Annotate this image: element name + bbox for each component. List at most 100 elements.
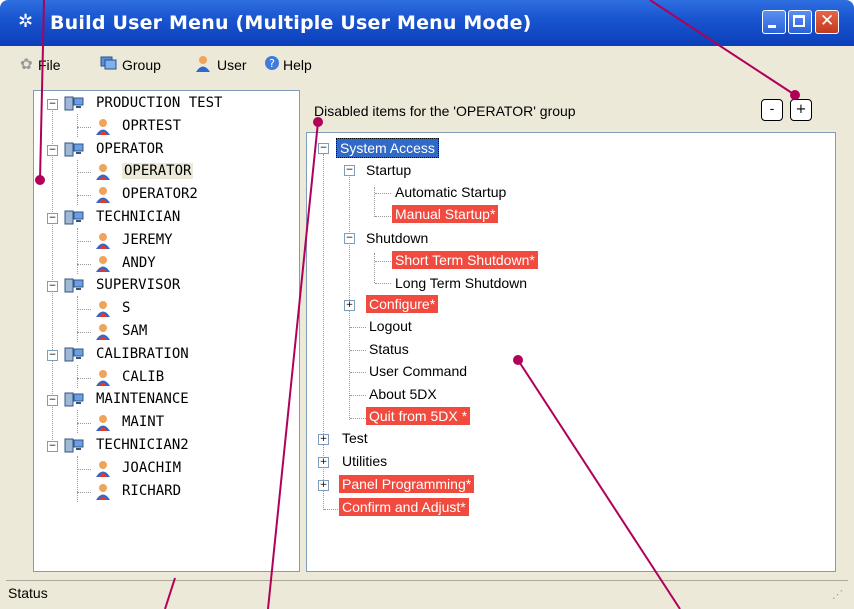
- tree-connector: [77, 296, 78, 342]
- collapse-group-icon[interactable]: −: [47, 281, 58, 293]
- tree-user-label[interactable]: OPRTEST: [122, 118, 181, 134]
- collapse-group-icon[interactable]: −: [47, 349, 58, 361]
- tree-connector: [52, 108, 53, 440]
- tree-connector: [350, 372, 366, 373]
- minimize-button[interactable]: [762, 10, 786, 34]
- tree-user-label[interactable]: CALIB: [122, 369, 164, 385]
- tree-connector: [77, 491, 91, 493]
- close-button[interactable]: [815, 10, 839, 34]
- tree-group-label[interactable]: OPERATOR: [96, 141, 163, 157]
- tree-connector: [375, 193, 391, 194]
- tree-connector: [350, 350, 366, 351]
- tree-group-label[interactable]: MAINTENANCE: [96, 391, 189, 407]
- menu-item-short-term-shutdown[interactable]: Short Term Shutdown*: [392, 251, 538, 269]
- group-computer-icon: [64, 278, 84, 294]
- tree-connector: [374, 187, 375, 217]
- maximize-button[interactable]: [788, 10, 812, 34]
- menu-item-long-term-shutdown[interactable]: Long Term Shutdown: [395, 275, 527, 291]
- tree-connector: [77, 126, 91, 128]
- group-tree-panel[interactable]: [33, 90, 300, 572]
- menu-item-quit[interactable]: Quit from 5DX *: [366, 407, 471, 425]
- menu-item-logout[interactable]: Logout: [369, 318, 412, 334]
- menu-item-system-access[interactable]: System Access: [336, 138, 439, 158]
- expand-utilities-icon[interactable]: +: [318, 457, 329, 468]
- tree-connector: [350, 327, 366, 328]
- tree-connector: [375, 283, 391, 284]
- tree-connector: [77, 456, 78, 502]
- tree-group-label[interactable]: TECHNICIAN2: [96, 437, 189, 453]
- menu-item-status[interactable]: Status: [369, 341, 409, 357]
- menu-item-user-command[interactable]: User Command: [369, 363, 467, 379]
- tree-connector: [375, 261, 391, 262]
- collapse-startup-icon[interactable]: −: [344, 165, 355, 176]
- tree-connector: [375, 216, 391, 217]
- user-icon: [94, 369, 112, 387]
- expand-all-button[interactable]: +: [790, 99, 812, 121]
- menu-item-configure[interactable]: Configure*: [366, 295, 439, 313]
- tree-group-label[interactable]: CALIBRATION: [96, 346, 189, 362]
- tree-user-label[interactable]: RICHARD: [122, 483, 181, 499]
- status-text: Status: [8, 585, 48, 601]
- selected-user-label[interactable]: OPERATOR: [122, 163, 194, 180]
- window-title: Build User Menu (Multiple User Menu Mode…: [50, 12, 532, 34]
- menu-item-automatic-startup[interactable]: Automatic Startup: [395, 184, 506, 200]
- user-menu-icon: [194, 55, 210, 72]
- user-icon: [94, 163, 112, 181]
- resize-grip-icon[interactable]: ⋰: [832, 588, 843, 601]
- group-computer-icon: [64, 210, 84, 226]
- tree-connector: [77, 263, 91, 265]
- menu-item-test[interactable]: Test: [342, 430, 368, 446]
- collapse-group-icon[interactable]: −: [47, 213, 58, 224]
- menu-item-utilities[interactable]: Utilities: [342, 453, 387, 469]
- collapse-group-icon[interactable]: −: [47, 99, 58, 110]
- menu-user[interactable]: User: [217, 57, 247, 73]
- collapse-shutdown-icon[interactable]: −: [344, 233, 355, 244]
- user-icon: [94, 186, 112, 204]
- user-icon: [94, 232, 112, 250]
- tree-user-label[interactable]: S: [122, 300, 130, 316]
- help-menu-icon: ?: [264, 55, 280, 71]
- user-icon: [94, 414, 112, 432]
- menu-item-confirm-adjust[interactable]: Confirm and Adjust*: [339, 498, 469, 516]
- tree-user-label[interactable]: JEREMY: [122, 232, 173, 248]
- menu-item-startup[interactable]: Startup: [366, 162, 411, 178]
- menu-item-manual-startup[interactable]: Manual Startup*: [392, 205, 499, 223]
- tree-group-label[interactable]: SUPERVISOR: [96, 277, 180, 293]
- tree-connector: [77, 332, 91, 333]
- tree-user-label[interactable]: ANDY: [122, 255, 156, 271]
- user-icon: [94, 118, 112, 136]
- tree-user-label[interactable]: SAM: [122, 323, 147, 339]
- menu-item-shutdown[interactable]: Shutdown: [366, 230, 428, 246]
- tree-group-label[interactable]: TECHNICIAN: [96, 209, 180, 225]
- user-icon: [94, 323, 112, 341]
- menu-file[interactable]: File: [38, 57, 61, 73]
- expand-test-icon[interactable]: +: [318, 434, 329, 445]
- collapse-system-access-icon[interactable]: −: [318, 143, 329, 154]
- expand-configure-icon[interactable]: +: [344, 300, 355, 311]
- collapse-group-icon[interactable]: −: [47, 144, 58, 156]
- tree-connector: [350, 395, 366, 396]
- title-bar[interactable]: ✲ Build User Menu (Multiple User Menu Mo…: [0, 0, 854, 46]
- tree-user-label[interactable]: OPERATOR2: [122, 186, 198, 202]
- group-computer-icon: [64, 347, 84, 363]
- expand-panel-programming-icon[interactable]: +: [318, 480, 329, 491]
- tree-connector: [77, 159, 78, 206]
- group-computer-icon: [64, 142, 84, 158]
- tree-connector: [77, 423, 91, 425]
- tree-connector: [77, 195, 91, 197]
- tree-user-label[interactable]: OPERATOR: [122, 163, 194, 180]
- collapse-group-icon[interactable]: −: [47, 441, 58, 452]
- tree-connector: [77, 240, 91, 242]
- tree-group-label[interactable]: PRODUCTION TEST: [96, 95, 222, 111]
- tree-user-label[interactable]: MAINT: [122, 414, 164, 430]
- user-icon: [94, 483, 112, 501]
- collapse-all-button[interactable]: -: [761, 99, 783, 121]
- menu-item-panel-programming[interactable]: Panel Programming*: [339, 475, 475, 493]
- menu-help[interactable]: Help: [283, 57, 312, 73]
- menu-group[interactable]: Group: [122, 57, 161, 73]
- menu-item-about[interactable]: About 5DX: [369, 386, 437, 402]
- tree-user-label[interactable]: JOACHIM: [122, 460, 181, 476]
- collapse-group-icon[interactable]: −: [47, 395, 58, 407]
- tree-connector: [350, 418, 366, 419]
- app-icon: ✲: [18, 11, 34, 32]
